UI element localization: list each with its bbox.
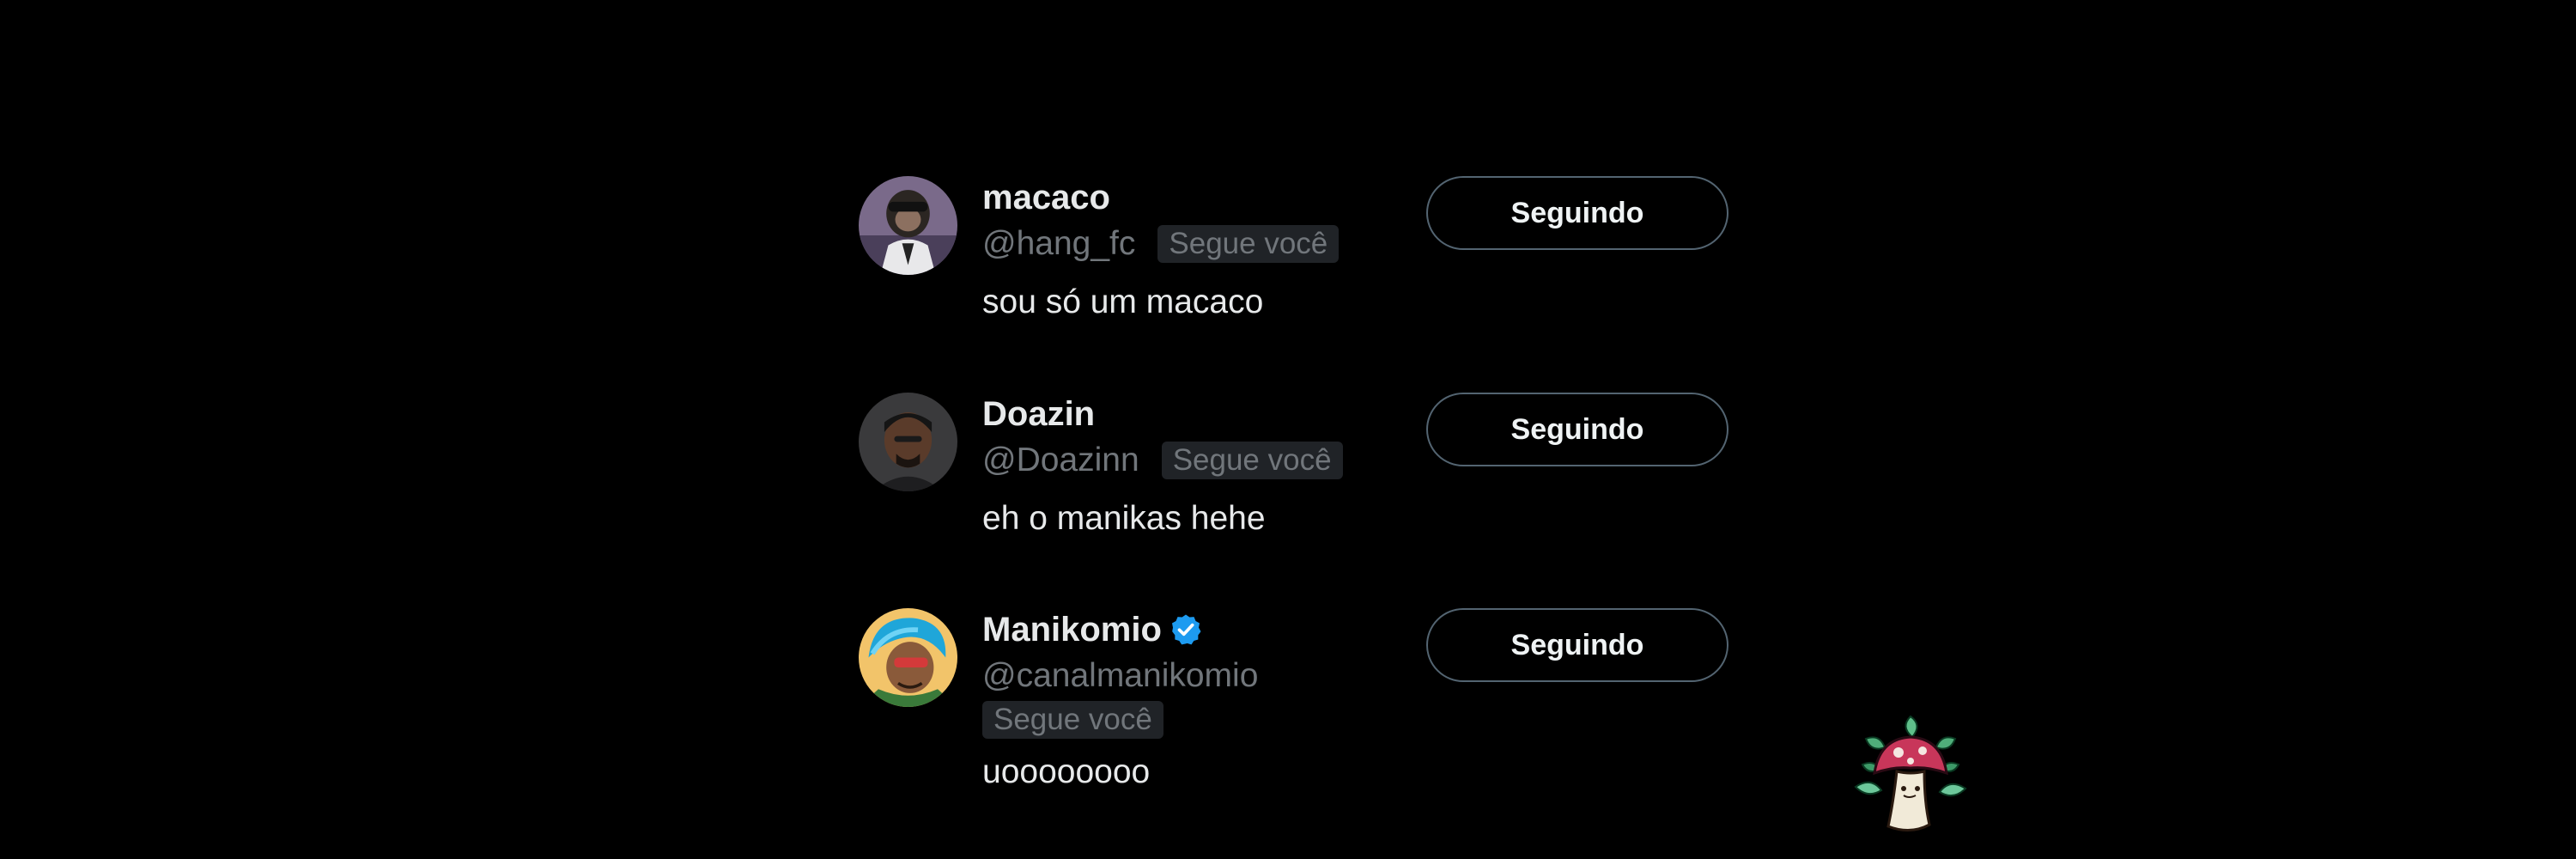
follows-you-badge: Segue você bbox=[1161, 442, 1343, 479]
follows-you-badge: Segue você bbox=[982, 701, 1163, 739]
user-bio: eh o manikas hehe bbox=[982, 500, 1266, 537]
badge-row: Segue você bbox=[982, 701, 1258, 739]
name-row: macaco bbox=[982, 176, 1339, 219]
following-button[interactable]: Seguindo bbox=[1426, 608, 1728, 682]
verified-badge-icon[interactable] bbox=[1169, 612, 1203, 647]
user-handle[interactable]: @canalmanikomio bbox=[982, 655, 1258, 698]
name-row: Doazin bbox=[982, 393, 1343, 436]
avatar-macaco[interactable] bbox=[859, 176, 957, 275]
user-bio: uoooooooo bbox=[982, 753, 1151, 790]
name-row: Manikomio bbox=[982, 608, 1258, 651]
user-handle[interactable]: @Doazinn bbox=[982, 439, 1139, 482]
user-bio: sou só um macaco bbox=[982, 283, 1264, 320]
handle-row: @canalmanikomio bbox=[982, 655, 1258, 698]
user-info: Manikomio @canalmanikomio Segue você uoo… bbox=[982, 608, 1258, 794]
user-handle[interactable]: @hang_fc bbox=[982, 222, 1135, 265]
following-button[interactable]: Seguindo bbox=[1426, 393, 1728, 466]
mushroom-logo-icon bbox=[1854, 715, 1967, 832]
user-info: macaco @hang_fc Segue você sou só um mac… bbox=[982, 176, 1340, 324]
follows-you-badge: Segue você bbox=[1157, 225, 1340, 263]
cartoon-avatar-icon bbox=[859, 608, 957, 707]
handle-row: @hang_fc Segue você bbox=[982, 222, 1340, 265]
display-name[interactable]: macaco bbox=[982, 176, 1110, 219]
person-avatar-icon bbox=[859, 393, 957, 491]
avatar-doazin[interactable] bbox=[859, 393, 957, 491]
user-info: Doazin @Doazinn Segue você eh o manikas … bbox=[982, 393, 1343, 540]
avatar-manikomio[interactable] bbox=[859, 608, 957, 707]
monkey-avatar-icon bbox=[859, 176, 957, 275]
handle-row: @Doazinn Segue você bbox=[982, 439, 1343, 482]
following-button[interactable]: Seguindo bbox=[1426, 176, 1728, 250]
display-name[interactable]: Manikomio bbox=[982, 608, 1162, 651]
display-name[interactable]: Doazin bbox=[982, 393, 1095, 436]
follow-list: macaco @hang_fc Segue você sou só um mac… bbox=[0, 0, 2576, 859]
